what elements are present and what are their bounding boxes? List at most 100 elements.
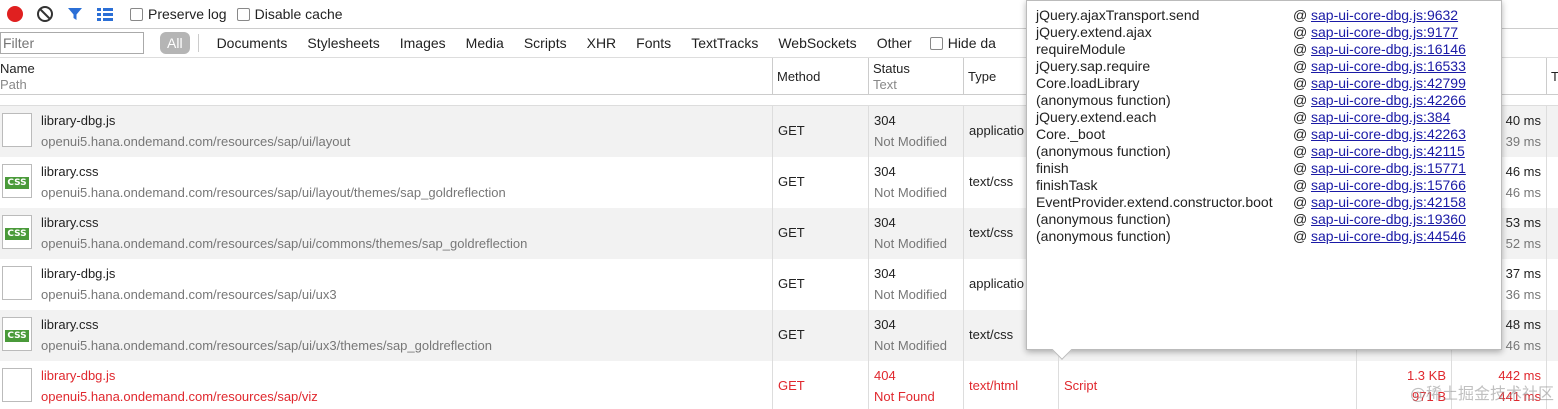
column-status[interactable]: Status Text — [868, 58, 963, 95]
status-code: 304 — [874, 317, 896, 332]
stack-frame: EventProvider.extend.constructor.boot @ sa… — [1036, 194, 1496, 211]
filter-button[interactable] — [60, 0, 90, 29]
tab-other[interactable]: Other — [867, 32, 922, 54]
column-timeline[interactable]: T — [1546, 58, 1558, 95]
column-path-label: Path — [0, 77, 27, 92]
stack-frame: (anonymous function) @ sap-ui-core-dbg.js:… — [1036, 211, 1496, 228]
stack-source-link[interactable]: sap-ui-core-dbg.js:42266 — [1311, 92, 1466, 108]
file-icon — [2, 113, 32, 147]
stack-source-link[interactable]: sap-ui-core-dbg.js:42158 — [1311, 194, 1466, 210]
stack-source-link[interactable]: sap-ui-core-dbg.js:9177 — [1311, 24, 1458, 40]
large-rows-button[interactable] — [90, 0, 120, 29]
filter-input[interactable] — [0, 32, 144, 54]
column-name[interactable]: Name Path — [0, 58, 772, 95]
request-name[interactable]: library.css — [41, 215, 99, 230]
time-value: 40 ms — [1505, 113, 1541, 128]
status-text: Not Modified — [874, 134, 947, 149]
status-code: 304 — [874, 113, 896, 128]
clear-button[interactable] — [30, 0, 60, 29]
status-text: Not Modified — [874, 185, 947, 200]
status-code: 304 — [874, 266, 896, 281]
type-cell: text/html — [963, 361, 1058, 409]
tab-texttracks[interactable]: TextTracks — [681, 32, 768, 54]
tab-images[interactable]: Images — [390, 32, 456, 54]
stack-at-sign: @ — [1293, 177, 1308, 193]
tab-stylesheets[interactable]: Stylesheets — [297, 32, 389, 54]
stack-function: (anonymous function) — [1036, 228, 1171, 244]
time-value: 46 ms — [1505, 164, 1541, 179]
request-name[interactable]: library-dbg.js — [41, 266, 115, 281]
stack-at-sign: @ — [1293, 24, 1308, 40]
request-path: openui5.hana.ondemand.com/resources/sap/… — [41, 134, 351, 149]
status-code: 304 — [874, 215, 896, 230]
column-method[interactable]: Method — [772, 58, 868, 95]
checkbox-icon — [130, 7, 143, 21]
status-cell: 304 Not Modified — [868, 208, 963, 259]
preserve-log-label: Preserve log — [148, 6, 227, 22]
stack-function: jQuery.ajaxTransport.send — [1036, 7, 1200, 23]
record-icon — [7, 6, 23, 22]
method-cell: GET — [772, 259, 868, 310]
stack-at-sign: @ — [1293, 126, 1308, 142]
table-row[interactable]: library-dbg.js openui5.hana.ondemand.com/… — [0, 361, 1558, 409]
tab-fonts[interactable]: Fonts — [626, 32, 681, 54]
stack-frame: finish @ sap-ui-core-dbg.js:15771 — [1036, 160, 1496, 177]
disable-cache-checkbox[interactable]: Disable cache — [236, 6, 343, 22]
tab-websockets[interactable]: WebSockets — [768, 32, 866, 54]
clear-icon — [37, 6, 53, 22]
stack-source-link[interactable]: sap-ui-core-dbg.js:16533 — [1311, 58, 1466, 74]
stack-source-link[interactable]: sap-ui-core-dbg.js:19360 — [1311, 211, 1466, 227]
stack-source-link[interactable]: sap-ui-core-dbg.js:44546 — [1311, 228, 1466, 244]
method-value: GET — [778, 174, 805, 189]
hide-data-urls-checkbox[interactable]: Hide da — [929, 35, 996, 51]
stack-at-sign: @ — [1293, 194, 1308, 210]
column-method-label: Method — [777, 69, 821, 84]
initiator-stack-popover: jQuery.ajaxTransport.send @ sap-ui-core-db… — [1026, 0, 1502, 360]
method-cell: GET — [772, 157, 868, 208]
record-button[interactable] — [0, 0, 30, 29]
column-timeline-label: T — [1551, 69, 1558, 84]
status-text: Not Modified — [874, 287, 947, 302]
stack-at-sign: @ — [1293, 41, 1308, 57]
stack-source-link[interactable]: sap-ui-core-dbg.js:42799 — [1311, 75, 1466, 91]
stack-source-link[interactable]: sap-ui-core-dbg.js:42115 — [1311, 143, 1465, 159]
stack-source-link[interactable]: sap-ui-core-dbg.js:15766 — [1311, 177, 1466, 193]
stack-frame: jQuery.extend.each @ sap-ui-core-dbg.js:38… — [1036, 109, 1496, 126]
stack-source-link[interactable]: sap-ui-core-dbg.js:42263 — [1311, 126, 1466, 142]
stack-source-link[interactable]: sap-ui-core-dbg.js:9632 — [1311, 7, 1458, 23]
tab-documents[interactable]: Documents — [207, 32, 298, 54]
tab-all[interactable]: All — [160, 32, 190, 54]
request-name[interactable]: library.css — [41, 164, 99, 179]
method-cell: GET — [772, 106, 868, 157]
stack-source-link[interactable]: sap-ui-core-dbg.js:384 — [1311, 109, 1450, 125]
status-text: Not Modified — [874, 236, 947, 251]
request-name[interactable]: library-dbg.js — [41, 113, 115, 128]
time-value: 53 ms — [1505, 215, 1541, 230]
disable-cache-label: Disable cache — [254, 6, 343, 22]
initiator-cell[interactable]: Script — [1058, 361, 1356, 409]
stack-source-link[interactable]: sap-ui-core-dbg.js:16146 — [1311, 41, 1466, 57]
status-cell: 304 Not Modified — [868, 310, 963, 361]
request-path: openui5.hana.ondemand.com/resources/sap/… — [41, 185, 506, 200]
type-value: applicatio — [969, 276, 1024, 291]
stack-function: EventProvider.extend.constructor.boot — [1036, 194, 1273, 210]
status-cell: 404 Not Found — [868, 361, 963, 409]
css-icon — [2, 317, 32, 351]
method-cell: GET — [772, 208, 868, 259]
tab-xhr[interactable]: XHR — [577, 32, 627, 54]
request-path: openui5.hana.ondemand.com/resources/sap/… — [41, 236, 528, 251]
stack-frame: Core._boot @ sap-ui-core-dbg.js:42263 — [1036, 126, 1496, 143]
column-name-label: Name — [0, 61, 35, 76]
method-value: GET — [778, 123, 805, 138]
stack-at-sign: @ — [1293, 211, 1308, 227]
request-name[interactable]: library.css — [41, 317, 99, 332]
stack-at-sign: @ — [1293, 228, 1308, 244]
stack-source-link[interactable]: sap-ui-core-dbg.js:15771 — [1311, 160, 1466, 176]
stack-at-sign: @ — [1293, 160, 1308, 176]
stack-frame: requireModule @ sap-ui-core-dbg.js:16146 — [1036, 41, 1496, 58]
tab-scripts[interactable]: Scripts — [514, 32, 577, 54]
request-name[interactable]: library-dbg.js — [41, 368, 115, 383]
initiator-value[interactable]: Script — [1064, 378, 1097, 393]
tab-media[interactable]: Media — [456, 32, 514, 54]
preserve-log-checkbox[interactable]: Preserve log — [130, 6, 227, 22]
